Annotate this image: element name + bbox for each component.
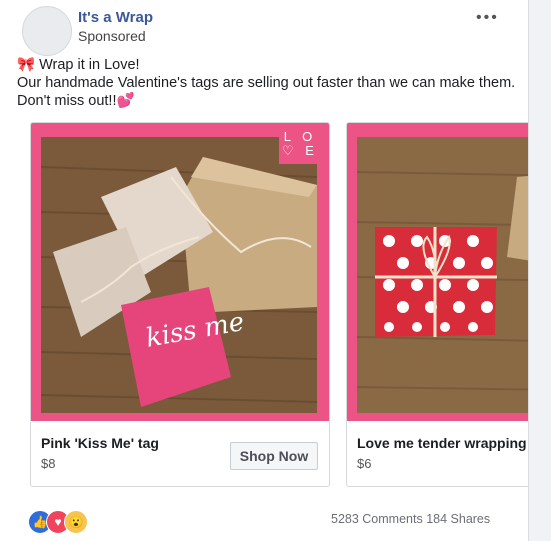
wow-icon: 😮 <box>64 510 88 534</box>
tags-illustration: kiss me <box>41 137 317 413</box>
post-body-line-1: 🎀 Wrap it in Love! <box>17 57 140 73</box>
comments-count-link[interactable]: 5283 Comments <box>331 512 423 526</box>
shop-now-button[interactable]: Shop Now <box>230 442 318 470</box>
product-carousel: kiss me L O ♡ E Pink 'Kiss Me' tag $8 Sho… <box>30 122 528 488</box>
shares-count-link[interactable]: 184 Shares <box>426 512 490 526</box>
more-options-icon[interactable]: ••• <box>476 9 499 27</box>
love-logo: L O ♡ E <box>279 128 321 164</box>
gift-illustration <box>357 137 528 413</box>
engagement-counts: 5283 Comments 184 Shares <box>331 512 490 526</box>
avatar[interactable] <box>22 6 72 56</box>
card-image-frame[interactable]: L O♡ E <box>347 123 528 421</box>
card-image-frame[interactable]: kiss me L O ♡ E <box>31 123 329 421</box>
reactions-summary[interactable]: 👍 ♥ 😮 <box>28 510 103 534</box>
ad-post: It's a Wrap Sponsored ••• 🎀 Wrap it in L… <box>0 0 529 541</box>
post-body: 🎀 Wrap it in Love! Our handmade Valentin… <box>17 56 522 110</box>
card-price: $6 <box>357 456 372 471</box>
product-photo-tags: kiss me <box>41 137 317 413</box>
page-name-link[interactable]: It's a Wrap <box>78 9 153 26</box>
card-title[interactable]: Love me tender wrapping <box>357 435 527 451</box>
card-price: $8 <box>41 456 56 471</box>
card-title[interactable]: Pink 'Kiss Me' tag <box>41 435 159 451</box>
sponsored-label[interactable]: Sponsored <box>78 28 146 44</box>
post-body-line-2: Our handmade Valentine's tags are sellin… <box>17 75 516 109</box>
product-photo-gift <box>357 137 528 413</box>
carousel-card-love-me-tender[interactable]: L O♡ E Love me tender wrapping $6 <box>346 122 528 487</box>
carousel-card-kiss-me-tag[interactable]: kiss me L O ♡ E Pink 'Kiss Me' tag $8 Sho… <box>30 122 330 487</box>
